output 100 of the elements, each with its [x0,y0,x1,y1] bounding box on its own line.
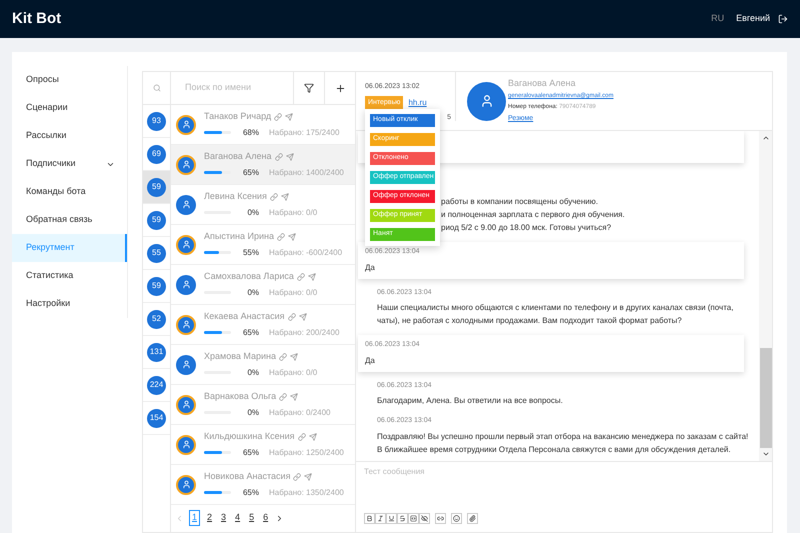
emoji-icon[interactable] [451,512,462,524]
search-icon [152,84,160,92]
message-text: Да [365,354,376,366]
link-icon[interactable] [279,353,288,361]
candidate-name: Левина Ксения [204,190,267,204]
score: Набрано: 1350/2400 [269,486,344,499]
sidebar-item[interactable]: Обратная связь [12,206,127,234]
count-badge: 69 [147,144,166,164]
score: Набрано: 200/2400 [269,326,340,339]
spoiler-icon[interactable] [419,512,430,524]
count-badge: 93 [147,112,166,130]
link-insert-icon[interactable] [435,512,446,524]
candidate-name: Новикова Анастасия [204,470,290,484]
candidate-name: Апыстина Ирина [204,230,274,244]
send-icon[interactable] [286,153,294,161]
count-badge: 154 [147,408,166,428]
message-text: работы в компании посвящены обучению. [441,196,599,208]
percent: 68% [242,126,259,139]
link-icon[interactable] [274,113,282,121]
link-icon[interactable] [270,193,278,201]
link-icon[interactable] [293,473,302,481]
user-name[interactable]: Евгений [736,12,770,26]
send-icon[interactable] [308,433,316,441]
scroll-thumb[interactable] [760,348,772,448]
sidebar-item[interactable]: Рассылки [12,122,127,150]
count-cell[interactable]: 59 [143,171,170,204]
count-badge: 59 [147,178,166,196]
scrollbar[interactable] [759,131,772,461]
count-badge: 59 [147,276,166,296]
candidate-row[interactable]: Ваганова Алена 65% Набрано: 1400/2400 [171,145,355,185]
score: Набрано: 0/0 [269,206,318,219]
message-text: Наши специалисты много общаются с клиентами по телефону и в других каналах связи (почта, чаты), не работая с холодными продажами. Вам подходит такой формат работы? [377,302,734,327]
scroll-up-icon[interactable] [762,134,770,142]
sidebar-item[interactable]: Команды бота [12,178,127,206]
score: Набрано: 0/2400 [269,406,330,419]
percent: 65% [242,326,259,339]
link-icon[interactable] [288,313,296,321]
candidate-name: Храмова Марина [204,350,276,364]
message-text: риод 5/2 с 9.00 до 18.00 мск. Готовы учиться? [441,222,612,234]
underline-icon[interactable] [386,512,397,524]
send-icon[interactable] [290,353,298,361]
score: Набрано: 1400/2400 [269,166,344,179]
bold-icon[interactable] [364,512,375,524]
candidate-name: Самохвалова Лариса [204,270,294,284]
score: Набрано: 0/0 [269,366,318,379]
page-link[interactable]: 5 [247,511,256,525]
filter-button[interactable] [293,72,325,104]
percent: 65% [242,486,259,499]
send-icon[interactable] [304,473,312,481]
candidate-name: Варнакова Ольга [204,390,276,404]
search-field[interactable]: Поиск по имени [171,72,293,104]
candidate-name: Ваганова Алена [204,150,272,164]
send-icon[interactable] [288,233,296,241]
send-icon[interactable] [285,113,294,121]
logout-icon[interactable] [778,14,788,24]
sidebar-item[interactable]: Сценарии [12,94,127,122]
plus-icon [334,82,346,94]
percent: 55% [242,246,259,259]
send-icon[interactable] [298,313,306,321]
message-text: и полноценная зарплата с первого дня обучения. [441,209,626,221]
percent: 0% [246,406,259,419]
message-text: Да [365,262,376,274]
italic-icon[interactable] [375,512,386,524]
message-text: Благодарим, Алена. Вы ответили на все вопросы. [377,395,564,407]
page-link[interactable]: 4 [233,511,242,525]
link-icon[interactable] [274,153,282,161]
count-badge: 224 [147,376,166,394]
page-link[interactable]: 3 [219,511,228,525]
score: Набрано: 175/2400 [269,126,340,139]
count-badge: 52 [147,310,166,328]
prev-page-icon[interactable] [175,514,184,522]
attach-icon[interactable] [467,512,478,524]
code-icon[interactable] [408,512,419,524]
sidebar-item[interactable]: Настройки [12,290,127,318]
send-icon[interactable] [290,393,298,401]
link-icon[interactable] [296,273,305,281]
profile-name: Ваганова Алена [508,78,576,89]
scroll-down-icon[interactable] [762,450,770,458]
score: Набрано: 1250/2400 [269,446,344,459]
page-link[interactable]: 6 [261,511,270,525]
percent: 0% [246,366,259,379]
send-icon[interactable] [308,273,316,281]
sidebar-item[interactable]: Опросы [12,66,127,94]
source-link[interactable]: hh.ru [408,96,427,109]
candidate-name: Кильдюшкина Ксения [204,430,294,444]
candidate-name: Кекаева Анастасия [204,310,284,324]
link-icon[interactable] [276,233,285,241]
count-badge: 55 [147,244,166,262]
link-icon[interactable] [279,393,288,401]
message-text: Поздравляю! Вы успешно прошли первый этап отбора на вакансию менеджера по заказам с сайта! В ближайшее время сотрудники Отдела Персонала свяжутся с вами для обсуждения деталей. [377,430,750,456]
count-badge: 59 [147,210,166,230]
send-icon[interactable] [280,193,289,201]
strikethrough-icon[interactable] [397,512,408,524]
message-field[interactable]: Тест сообщения [364,466,764,510]
language-switch[interactable]: RU [711,12,724,26]
sidebar-item[interactable]: Статистика [12,262,127,290]
sidebar-item[interactable]: Подписчики [12,150,127,178]
link-icon[interactable] [298,433,306,441]
percent: 65% [242,166,259,179]
page-link[interactable]: 2 [205,511,214,525]
